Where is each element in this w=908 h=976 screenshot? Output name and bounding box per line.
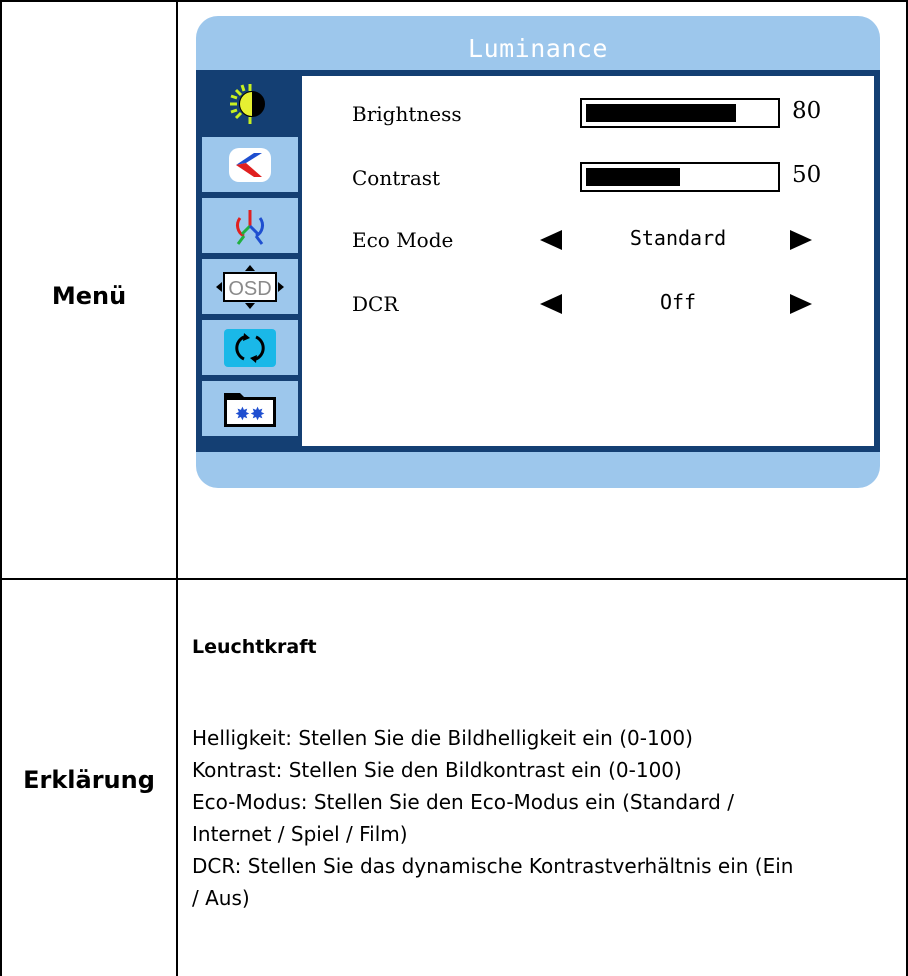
osd-content-panel: Brightness 80 Contrast 50 Eco Mode Stand… bbox=[302, 76, 874, 446]
explanation-line: Eco-Modus: Stellen Sie den Eco-Modus ein… bbox=[192, 790, 734, 814]
eco-mode-left-arrow-icon[interactable] bbox=[540, 230, 562, 250]
osd-setup-icon: OSD bbox=[216, 264, 284, 309]
row-label-menu: Menü bbox=[51, 282, 127, 310]
explanation-line: Internet / Spiel / Film) bbox=[192, 822, 408, 846]
sidebar-item-luminance[interactable] bbox=[202, 76, 298, 131]
explanation-line: DCR: Stellen Sie das dynamische Kontrast… bbox=[192, 854, 794, 878]
explanation-text: Helligkeit: Stellen Sie die Bildhelligke… bbox=[192, 722, 898, 914]
document-table: Menü Erklärung Luminance OSD ✸✸ Brightne… bbox=[0, 0, 908, 976]
table-row-divider bbox=[0, 578, 908, 580]
brightness-slider[interactable] bbox=[580, 98, 780, 128]
osd-menu: Luminance OSD ✸✸ Brightness 80 Contrast … bbox=[196, 16, 880, 488]
osd-frame: OSD ✸✸ Brightness 80 Contrast 50 Eco Mod… bbox=[196, 70, 880, 452]
misc-icon: ✸✸ bbox=[224, 392, 276, 427]
contrast-slider[interactable] bbox=[580, 162, 780, 192]
color-temp-icon bbox=[236, 209, 264, 245]
reset-icon bbox=[224, 328, 276, 367]
table-border-left bbox=[0, 0, 2, 976]
image-setup-icon bbox=[229, 147, 271, 182]
eco-mode-right-arrow-icon[interactable] bbox=[790, 230, 812, 250]
contrast-value: 50 bbox=[792, 162, 822, 188]
sidebar-item-osd[interactable]: OSD bbox=[202, 259, 298, 314]
dcr-label: DCR bbox=[352, 292, 399, 316]
explanation-heading: Leuchtkraft bbox=[192, 636, 317, 658]
brightness-slider-fill bbox=[586, 104, 736, 122]
svg-text:✸✸: ✸✸ bbox=[235, 404, 265, 425]
eco-mode-label: Eco Mode bbox=[352, 228, 454, 252]
explanation-line: Helligkeit: Stellen Sie die Bildhelligke… bbox=[192, 726, 693, 750]
sidebar-item-image-setup[interactable] bbox=[202, 137, 298, 192]
table-border-top bbox=[0, 0, 908, 2]
sidebar-item-color[interactable] bbox=[202, 198, 298, 253]
dcr-left-arrow-icon[interactable] bbox=[540, 294, 562, 314]
table-column-divider bbox=[176, 0, 178, 976]
contrast-slider-fill bbox=[586, 168, 680, 186]
brightness-label: Brightness bbox=[352, 102, 462, 126]
osd-sidebar: OSD ✸✸ bbox=[202, 76, 298, 446]
osd-title: Luminance bbox=[468, 34, 608, 63]
sidebar-item-reset[interactable] bbox=[202, 320, 298, 375]
dcr-right-arrow-icon[interactable] bbox=[790, 294, 812, 314]
eco-mode-value: Standard bbox=[629, 226, 727, 250]
row-label-explanation: Erklärung bbox=[23, 766, 155, 794]
explanation-line: / Aus) bbox=[192, 886, 250, 910]
dcr-value: Off bbox=[659, 290, 697, 314]
explanation-line: Kontrast: Stellen Sie den Bildkontrast e… bbox=[192, 758, 682, 782]
sidebar-item-misc[interactable]: ✸✸ bbox=[202, 381, 298, 436]
svg-text:OSD: OSD bbox=[228, 278, 271, 300]
contrast-label: Contrast bbox=[352, 166, 441, 190]
luminance-icon bbox=[230, 83, 265, 124]
brightness-value: 80 bbox=[792, 98, 822, 124]
